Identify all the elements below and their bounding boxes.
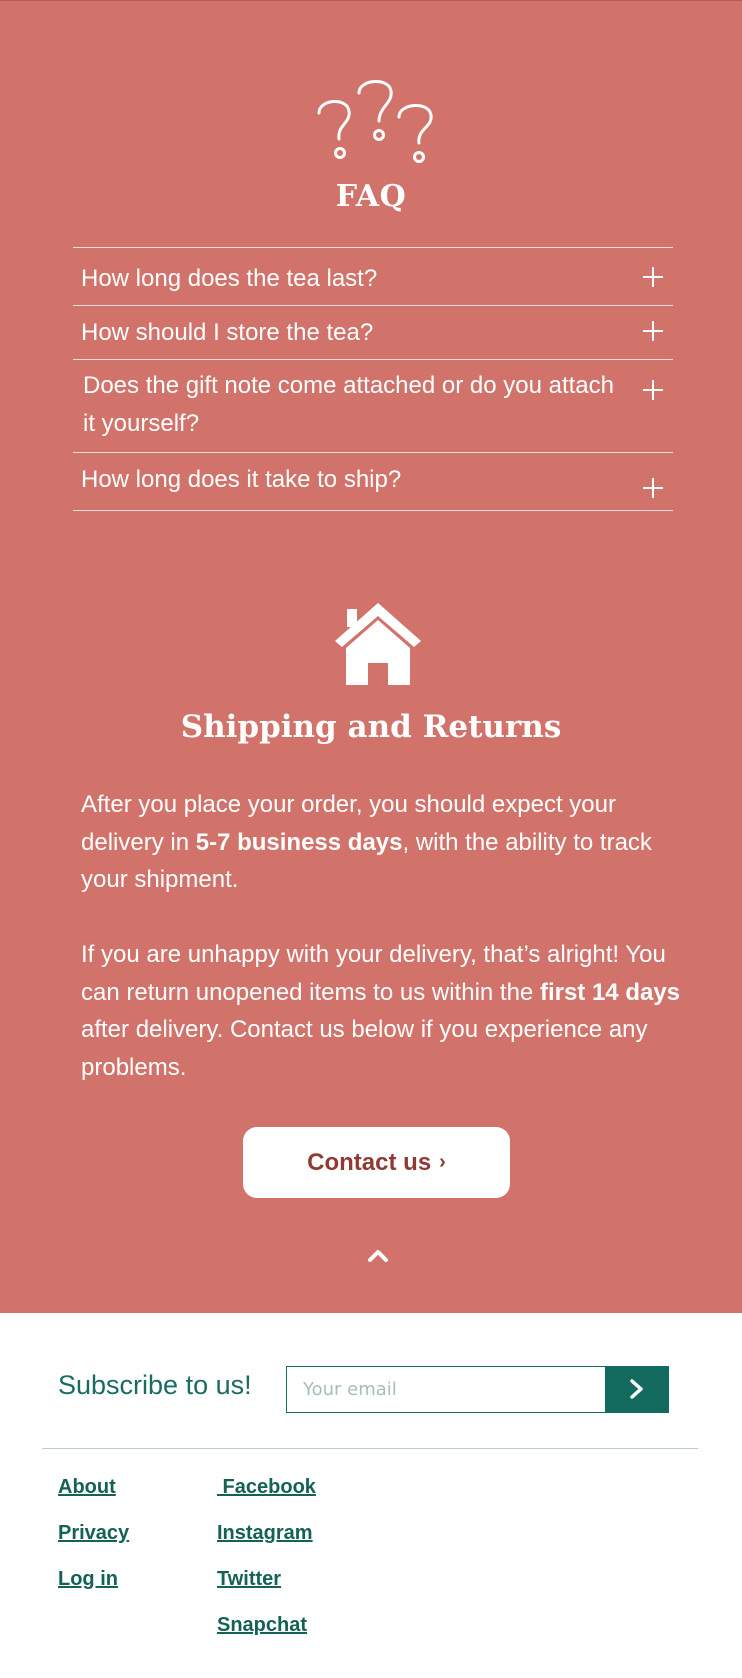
faq-question: Does the gift note come attached or do y… (83, 372, 614, 437)
plus-icon (643, 321, 663, 341)
footer-divider (42, 1448, 698, 1449)
plus-icon (643, 478, 663, 498)
faq-question: How should I store the tea? (81, 319, 374, 346)
question-marks-icon (317, 80, 433, 163)
faq-item[interactable]: How long does the tea last? (73, 248, 673, 306)
faq-question: How long does the tea last? (81, 265, 378, 292)
email-input[interactable] (286, 1366, 605, 1413)
faq-question: How long does it take to ship? (81, 466, 402, 493)
faq-item[interactable]: How long does it take to ship? (73, 453, 673, 511)
footer-link-privacy[interactable]: Privacy (58, 1522, 129, 1545)
returns-paragraph: If you are unhappy with your delivery, t… (81, 941, 681, 1081)
footer-link-twitter[interactable]: Twitter (217, 1568, 281, 1591)
faq-item[interactable]: How should I store the tea? (73, 306, 673, 360)
footer-link-login[interactable]: Log in (58, 1568, 118, 1591)
footer-link-instagram[interactable]: Instagram (217, 1522, 313, 1545)
plus-icon (643, 380, 663, 400)
footer-link-snapchat[interactable]: Snapchat (217, 1614, 307, 1637)
subscribe-label: Subscribe to us! (58, 1370, 252, 1400)
footer-link-facebook[interactable]: Facebook (217, 1476, 316, 1499)
shipping-paragraph: After you place your order, you should e… (81, 791, 652, 893)
contact-us-label: Contact us (307, 1148, 432, 1176)
house-icon (335, 603, 421, 685)
arrow-right-icon (630, 1379, 643, 1399)
scroll-to-top-chevron-icon[interactable] (366, 1246, 390, 1264)
contact-us-button[interactable]: Contact us › (243, 1127, 510, 1198)
faq-item[interactable]: Does the gift note come attached or do y… (73, 360, 673, 453)
shipping-title: Shipping and Returns (180, 709, 562, 745)
faq-accordion: How long does the tea last? How should I… (73, 247, 673, 511)
footer-link-about[interactable]: About (58, 1476, 116, 1499)
chevron-right-icon: › (439, 1151, 446, 1173)
plus-icon (643, 267, 663, 287)
faq-title: FAQ (335, 179, 407, 214)
subscribe-submit-button[interactable] (605, 1366, 669, 1413)
faq-shipping-section: FAQ How long does the tea last? How shou… (0, 0, 742, 1313)
